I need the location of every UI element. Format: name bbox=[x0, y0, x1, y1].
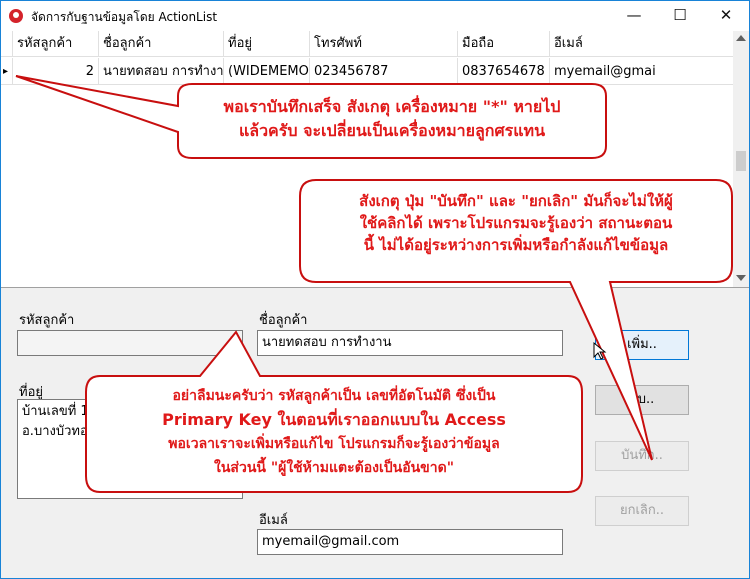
cell-address[interactable]: (WIDEMEMO bbox=[224, 58, 310, 85]
cell-customer-name[interactable]: นายทดสอบ การทำงา bbox=[99, 58, 224, 85]
window-title: จัดการกับฐานข้อมูลโดย ActionList bbox=[31, 10, 218, 24]
callout-3-line-1: อย่าลืมนะครับว่า รหัสลูกค้าเป็น เลขที่อั… bbox=[172, 388, 496, 404]
grid-header: รหัสลูกค้า ชื่อลูกค้า ที่อยู่ โทรศัพท์ ม… bbox=[1, 31, 734, 58]
title-bar[interactable]: จัดการกับฐานข้อมูลโดย ActionList — ☐ ✕ bbox=[1, 1, 749, 31]
callout-2-line-2: ใช้คลิกได้ เพราะโปรแกรมจะรู้เองว่า สถานะ… bbox=[359, 214, 673, 232]
row-header-corner bbox=[1, 31, 13, 57]
minimize-button[interactable]: — bbox=[611, 1, 657, 31]
callout-3-line-4: ในส่วนนี้ "ผู้ใช้ห้ามแตะต้องเป็นอันขาด" bbox=[214, 460, 454, 476]
save-button[interactable]: บันทึก.. bbox=[595, 441, 689, 471]
callout-3-line-2: Primary Key ในตอนที่เราออกแบบใน Access bbox=[162, 410, 506, 429]
callout-2-line-1: สังเกตุ ปุ่ม "บันทึก" และ "ยกเลิก" มันก็… bbox=[359, 192, 673, 210]
add-button[interactable]: เพิ่ม.. bbox=[595, 330, 689, 360]
maximize-button[interactable]: ☐ bbox=[657, 1, 703, 31]
cell-mobile[interactable]: 0837654678 bbox=[458, 58, 550, 85]
column-header-phone[interactable]: โทรศัพท์ bbox=[310, 31, 458, 57]
callout-3-line-3: พอเวลาเราจะเพิ่มหรือแก้ไข โปรแกรมก็จะรู้… bbox=[168, 436, 500, 452]
cell-phone[interactable]: 023456787 bbox=[310, 58, 458, 85]
scroll-thumb[interactable] bbox=[736, 151, 746, 171]
callout-1-line-1: พอเราบันทึกเสร็จ สังเกตุ เครื่องหมาย "*"… bbox=[223, 97, 561, 116]
column-header-address[interactable]: ที่อยู่ bbox=[224, 31, 310, 57]
email-field[interactable]: myemail@gmail.com bbox=[257, 529, 563, 555]
app-window: จัดการกับฐานข้อมูลโดย ActionList — ☐ ✕ ร… bbox=[0, 0, 750, 579]
column-header-customer-name[interactable]: ชื่อลูกค้า bbox=[99, 31, 224, 57]
cancel-button[interactable]: ยกเลิก.. bbox=[595, 496, 689, 526]
callout-1-text: พอเราบันทึกเสร็จ สังเกตุ เครื่องหมาย "*"… bbox=[186, 95, 598, 143]
grid-vertical-scrollbar[interactable] bbox=[733, 31, 749, 287]
column-header-email[interactable]: อีเมล์ bbox=[550, 31, 734, 57]
callout-2-text: สังเกตุ ปุ่ม "บันทึก" และ "ยกเลิก" มันก็… bbox=[306, 190, 726, 256]
email-label: อีเมล์ bbox=[259, 513, 288, 528]
callout-3-text: อย่าลืมนะครับว่า รหัสลูกค้าเป็น เลขที่อั… bbox=[94, 384, 574, 480]
app-icon bbox=[9, 9, 23, 23]
scroll-up-icon[interactable] bbox=[736, 35, 746, 41]
callout-2-line-3: นี้ ไม่ได้อยู่ระหว่างการเพิ่มหรือกำลังแก… bbox=[363, 236, 669, 254]
cell-customer-id[interactable]: 2 bbox=[13, 58, 99, 85]
customer-id-field: 2 bbox=[17, 330, 243, 356]
customer-name-field[interactable]: นายทดสอบ การทำงาน bbox=[257, 330, 563, 356]
scroll-down-icon[interactable] bbox=[736, 275, 746, 281]
close-button[interactable]: ✕ bbox=[703, 1, 749, 31]
column-header-mobile[interactable]: มือถือ bbox=[458, 31, 550, 57]
callout-1-line-2: แล้วครับ จะเปลี่ยนเป็นเครื่องหมายลูกศรแท… bbox=[238, 121, 546, 140]
cell-email[interactable]: myemail@gmai bbox=[550, 58, 734, 85]
column-header-customer-id[interactable]: รหัสลูกค้า bbox=[13, 31, 99, 57]
customer-name-label: ชื่อลูกค้า bbox=[259, 313, 308, 328]
delete-button[interactable]: ลบ.. bbox=[595, 385, 689, 415]
customer-id-label: รหัสลูกค้า bbox=[19, 313, 75, 328]
row-indicator-arrow-icon[interactable]: ▸ bbox=[1, 58, 13, 85]
